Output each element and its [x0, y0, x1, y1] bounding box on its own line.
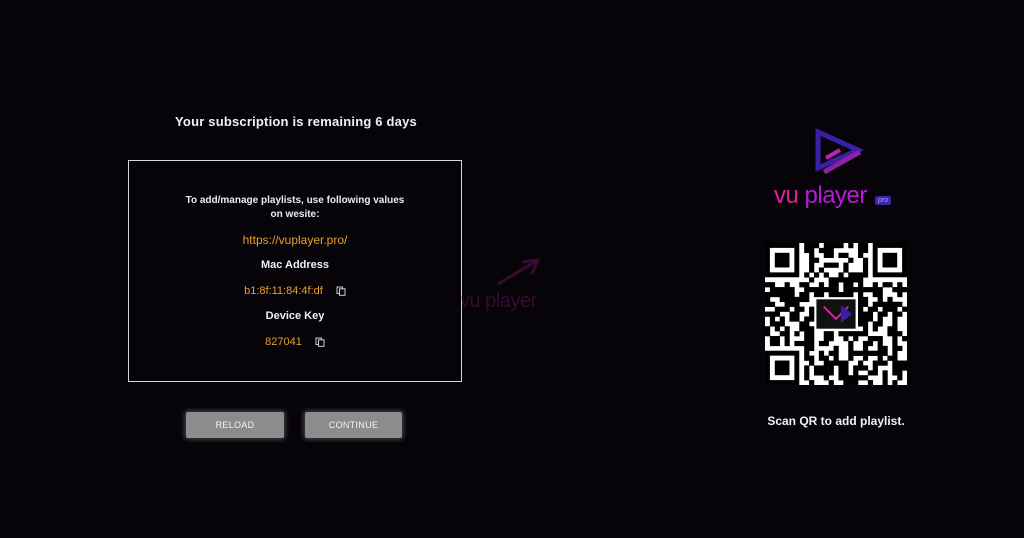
- mac-address-row: b1:8f:11:84:4f:df: [129, 285, 461, 297]
- device-key-value: 827041: [265, 336, 302, 348]
- logo-badge: pro: [875, 196, 892, 205]
- website-link[interactable]: https://vuplayer.pro/: [129, 233, 461, 247]
- activation-screen: Your subscription is remaining 6 days To…: [0, 0, 1024, 538]
- device-key-heading: Device Key: [265, 310, 325, 322]
- subscription-message: Your subscription is remaining 6 days: [175, 114, 417, 129]
- playlist-info-panel: To add/manage playlists, use following v…: [128, 160, 462, 382]
- continue-button[interactable]: CONTINUE: [305, 412, 402, 438]
- qr-caption: Scan QR to add playlist.: [767, 414, 905, 428]
- logo-wordmark: vu player: [774, 182, 867, 210]
- mac-address-heading: Mac Address: [260, 259, 330, 271]
- logo-word-player: player: [804, 182, 868, 209]
- vuplayer-logo: vu player pro: [770, 128, 904, 212]
- reload-button[interactable]: RELOAD: [186, 412, 284, 438]
- instructions-line-2: on wesite:: [270, 209, 320, 220]
- mac-address-value: b1:8f:11:84:4f:df: [244, 285, 323, 297]
- instructions-text: To add/manage playlists, use following v…: [169, 194, 421, 222]
- play-triangle-icon: [497, 258, 541, 286]
- copy-icon[interactable]: [336, 286, 346, 296]
- qr-code: [765, 243, 908, 386]
- watermark-text: vu player: [460, 290, 537, 312]
- instructions-line-1: To add/manage playlists, use following v…: [185, 195, 405, 206]
- background-watermark-logo: vu player: [458, 254, 558, 314]
- copy-icon[interactable]: [315, 337, 325, 347]
- play-triangle-icon: [815, 128, 865, 175]
- qr-code-icon: [765, 243, 908, 386]
- logo-word-vu: vu: [774, 182, 799, 209]
- device-key-row: 827041: [129, 336, 461, 348]
